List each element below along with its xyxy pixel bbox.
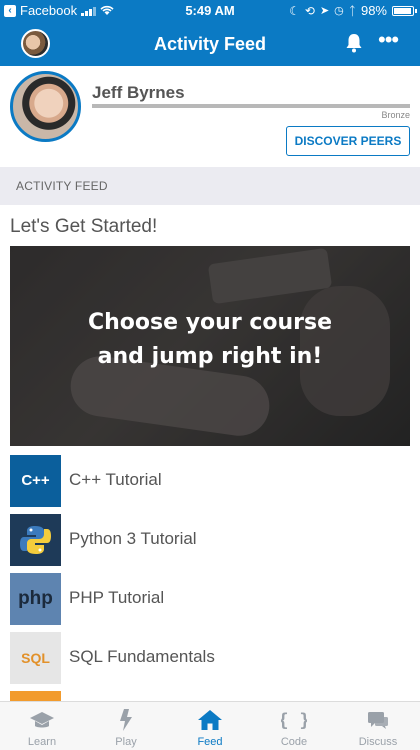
profile-card: Jeff Byrnes Bronze DISCOVER PEERS [0, 66, 420, 166]
hero-banner[interactable]: Choose your course and jump right in! [10, 246, 410, 446]
alarm-icon: ◷ [334, 5, 344, 17]
status-bar: ‹ Facebook 5:49 AM ☾ ⟲ ➤ ◷ ᛏ 98% [0, 0, 420, 22]
course-label: PHP Tutorial [69, 588, 165, 607]
course-item-partial[interactable] [10, 691, 61, 701]
course-label: Python 3 Tutorial [69, 529, 197, 548]
course-item-cpp[interactable]: C++ C++ Tutorial [10, 455, 410, 507]
battery-level [394, 7, 411, 14]
bottom-tab-bar: Learn Play Feed { } Code [0, 701, 420, 750]
tab-discuss[interactable]: Discuss [336, 702, 420, 750]
top-navigation-bar: Activity Feed ••• [0, 22, 420, 66]
location-icon: ➤ [319, 5, 330, 17]
tab-play[interactable]: Play [84, 702, 168, 750]
section-header: ACTIVITY FEED [0, 167, 420, 205]
sql-icon: SQL [10, 632, 61, 684]
svg-text:{ }: { } [281, 710, 307, 731]
user-rank: Bronze [381, 110, 410, 120]
course-item-sql[interactable]: SQL SQL Fundamentals [10, 632, 410, 684]
user-avatar[interactable] [10, 71, 81, 142]
lock-rotation-icon: ⟲ [304, 3, 315, 18]
tab-label: Play [115, 736, 137, 748]
get-started-heading: Let's Get Started! [10, 216, 158, 237]
graduation-cap-icon [30, 712, 54, 728]
battery-icon [392, 5, 417, 16]
chat-bubble-icon [368, 712, 388, 729]
tab-label: Discuss [358, 736, 398, 748]
hero-text-line1: Choose your course [87, 310, 333, 335]
tab-feed[interactable]: Feed [168, 702, 252, 750]
course-label: SQL Fundamentals [69, 647, 215, 666]
hero-text-line2: and jump right in! [97, 344, 323, 369]
tab-learn[interactable]: Learn [0, 702, 84, 750]
lightning-icon [120, 709, 132, 731]
app-screen: ‹ Facebook 5:49 AM ☾ ⟲ ➤ ◷ ᛏ 98% Activit… [0, 0, 420, 750]
tab-label: Code [280, 736, 308, 748]
moon-icon: ☾ [289, 3, 300, 18]
tab-code[interactable]: { } Code [252, 702, 336, 750]
home-icon [198, 710, 222, 730]
course-item-php[interactable]: php PHP Tutorial [10, 573, 410, 625]
tab-label: Learn [27, 736, 57, 748]
user-name[interactable]: Jeff Byrnes [92, 83, 185, 103]
more-options-button[interactable]: ••• [378, 29, 399, 51]
xp-progress-bar [92, 104, 410, 108]
tab-label: Feed [197, 736, 223, 748]
bluetooth-icon: ᛏ [348, 3, 356, 18]
course-item-python[interactable]: Python 3 Tutorial [10, 514, 410, 566]
braces-icon: { } [281, 710, 307, 731]
php-icon: php [10, 573, 61, 625]
battery-percent: 98% [360, 3, 387, 18]
notifications-bell-icon[interactable] [344, 32, 364, 54]
cpp-icon: C++ [10, 455, 61, 507]
status-indicators: ☾ ⟲ ➤ ◷ ᛏ 98% [289, 3, 417, 18]
discover-peers-button[interactable]: DISCOVER PEERS [286, 126, 410, 156]
python-icon [10, 514, 61, 566]
course-label: C++ Tutorial [69, 470, 162, 489]
